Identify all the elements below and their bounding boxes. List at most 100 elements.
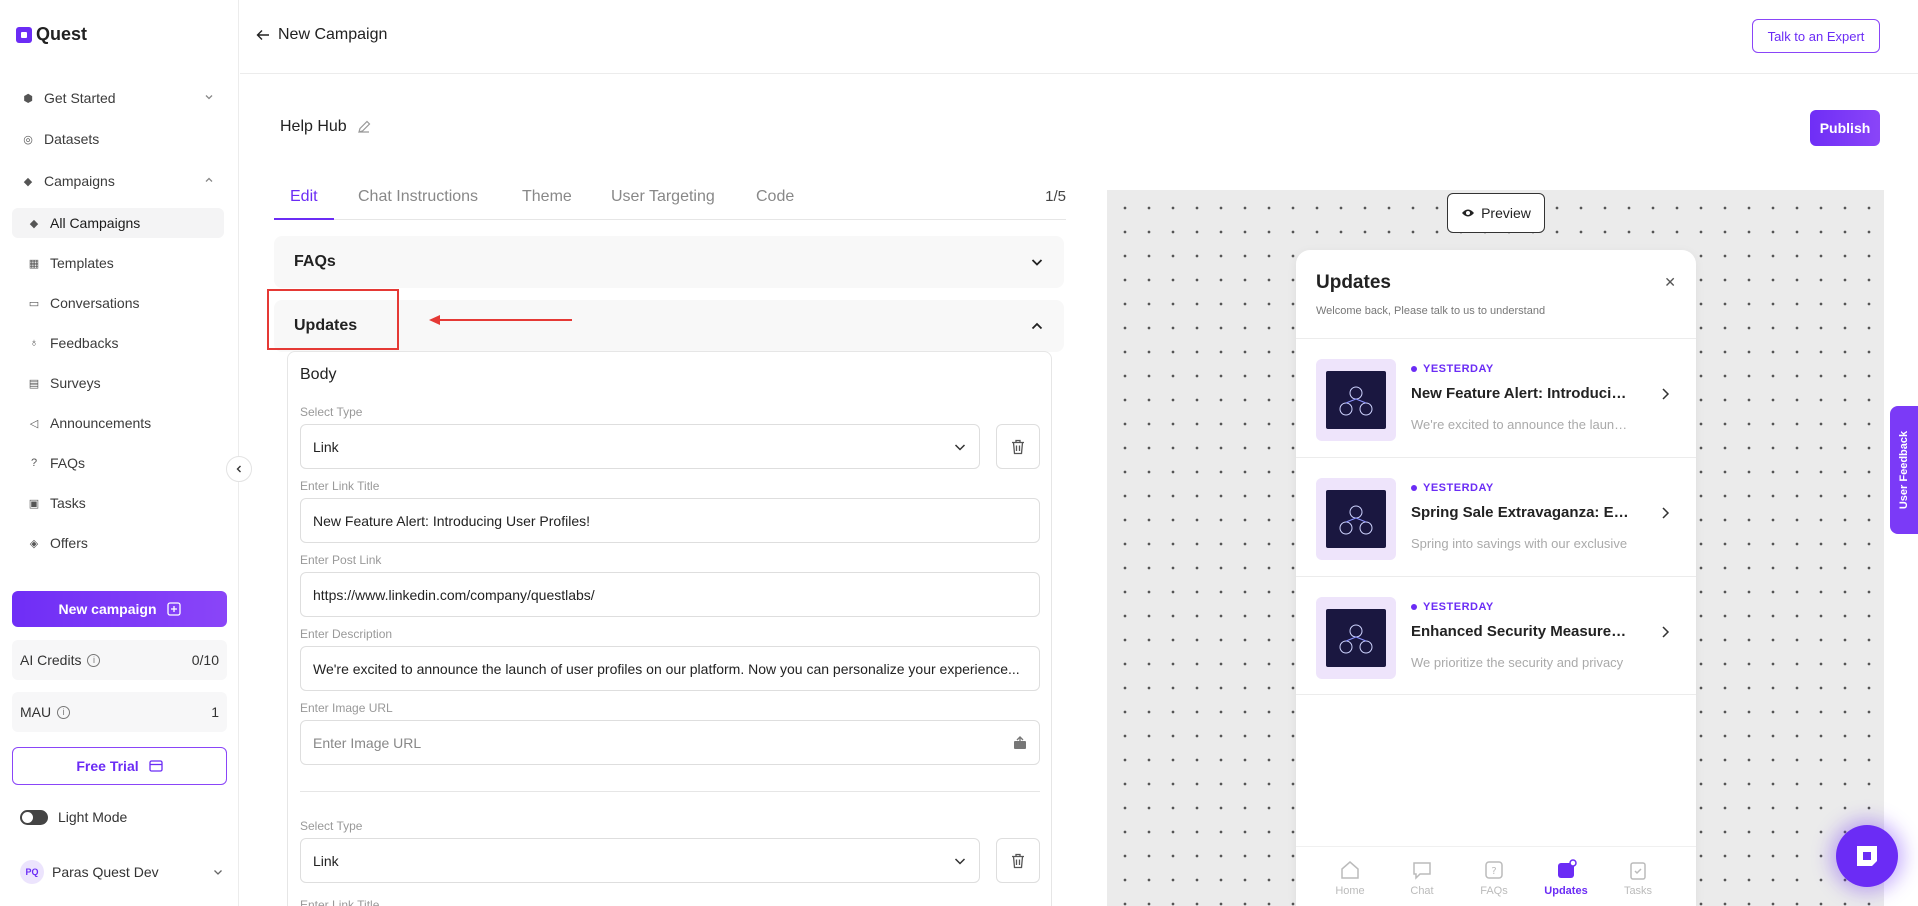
nav-chat[interactable]: Chat (1392, 859, 1452, 897)
updates-widget-preview: Updates Welcome back, Please talk to us … (1296, 250, 1696, 906)
nav-label: Chat (1410, 885, 1434, 897)
back-button[interactable]: New Campaign (256, 26, 387, 44)
tab-edit[interactable]: Edit (274, 188, 334, 220)
update-date: YESTERDAY (1423, 363, 1494, 375)
sidebar-item-faqs[interactable]: ? FAQs (12, 448, 224, 478)
link-title-input[interactable]: New Feature Alert: Introducing User Prof… (300, 498, 1040, 543)
new-campaign-button[interactable]: New campaign (12, 591, 227, 627)
widget-bottom-nav: Home Chat ? FAQs Updates Tasks (1296, 846, 1696, 906)
post-link-value: https://www.linkedin.com/company/questla… (313, 586, 595, 603)
tab-chat-instructions[interactable]: Chat Instructions (358, 188, 478, 220)
sidebar-item-label: Campaigns (44, 173, 115, 189)
user-menu[interactable]: PQ Paras Quest Dev (20, 860, 224, 884)
preview-button[interactable]: Preview (1447, 193, 1545, 233)
updates-body-card: Body Select Type Link Enter Link Title N… (287, 351, 1052, 906)
app-logo[interactable]: Quest (16, 24, 87, 45)
chevron-down-icon (205, 95, 213, 100)
quest-logo-icon (16, 26, 32, 43)
sidebar-item-offers[interactable]: ◈ Offers (12, 528, 224, 558)
update-list-item[interactable]: YESTERDAY Enhanced Security Measures: Yo… (1296, 577, 1696, 695)
grid-icon: ▦ (28, 257, 40, 270)
trash-icon (1012, 853, 1024, 868)
step-indicator: 1/5 (1045, 188, 1066, 205)
tab-code[interactable]: Code (756, 188, 794, 220)
sidebar-item-announcements[interactable]: ◁ Announcements (12, 408, 224, 438)
tab-theme[interactable]: Theme (522, 188, 572, 220)
chevron-up-icon (1031, 322, 1043, 330)
updates-icon (1558, 859, 1577, 878)
widget-title: Updates (1316, 272, 1391, 293)
add-square-icon (166, 602, 181, 616)
sidebar-item-tasks[interactable]: ▣ Tasks (12, 488, 224, 518)
chevron-down-icon (1031, 259, 1043, 266)
update-thumbnail (1316, 478, 1396, 560)
arrow-left-icon (256, 30, 269, 40)
megaphone-icon: ◁ (29, 417, 39, 430)
update-list-item[interactable]: YESTERDAY New Feature Alert: Introducing… (1296, 339, 1696, 457)
description-value: We're excited to announce the launch of … (313, 660, 1020, 677)
type-select-value: Link (313, 438, 339, 455)
upload-icon[interactable] (1013, 735, 1027, 750)
nav-faqs[interactable]: ? FAQs (1464, 859, 1524, 897)
collapse-sidebar-button[interactable] (226, 456, 252, 482)
update-thumbnail (1316, 597, 1396, 679)
sidebar-item-label: Surveys (50, 375, 101, 391)
user-feedback-tab[interactable]: User Feedback (1890, 406, 1918, 534)
close-icon[interactable]: ✕ (1664, 274, 1676, 291)
talk-to-expert-button[interactable]: Talk to an Expert (1752, 19, 1880, 53)
quest-chat-fab[interactable] (1836, 825, 1898, 887)
chevron-up-icon (205, 177, 213, 182)
widget-subtitle: Welcome back, Please talk to us to under… (1316, 305, 1546, 317)
feedback-icon: ♁ (29, 337, 39, 349)
info-icon[interactable]: i (87, 653, 101, 667)
sidebar-item-label: Offers (50, 535, 88, 551)
description-input[interactable]: We're excited to announce the launch of … (300, 646, 1040, 691)
nav-home[interactable]: Home (1320, 859, 1380, 897)
update-title: New Feature Alert: Introducing User Prof… (1411, 385, 1631, 402)
chevron-right-icon (1662, 388, 1670, 400)
sidebar-item-label: Tasks (50, 495, 86, 511)
sidebar-item-campaigns[interactable]: ◆ Campaigns (12, 166, 224, 196)
faqs-section-title: FAQs (294, 253, 336, 270)
publish-button[interactable]: Publish (1810, 110, 1880, 146)
chevron-left-icon (236, 465, 241, 473)
avatar: PQ (20, 860, 44, 884)
chevron-down-icon (214, 870, 222, 875)
faqs-section-header[interactable]: FAQs (274, 236, 1064, 288)
database-icon: ◎ (23, 133, 33, 146)
image-url-input[interactable]: Enter Image URL (300, 720, 1040, 765)
chevron-down-icon (954, 857, 966, 865)
sidebar-item-surveys[interactable]: ▤ Surveys (12, 368, 224, 398)
sidebar-item-datasets[interactable]: ◎ Datasets (12, 124, 224, 154)
tab-user-targeting[interactable]: User Targeting (611, 188, 715, 220)
post-link-input[interactable]: https://www.linkedin.com/company/questla… (300, 572, 1040, 617)
sidebar-item-feedbacks[interactable]: ♁ Feedbacks (12, 328, 224, 358)
update-thumbnail (1316, 359, 1396, 441)
nav-tasks[interactable]: Tasks (1608, 859, 1668, 897)
update-list-item[interactable]: YESTERDAY Spring Sale Extravaganza: Enjo… (1296, 458, 1696, 576)
delete-item-button[interactable] (996, 424, 1040, 469)
layers-icon: ◆ (29, 217, 39, 230)
info-icon[interactable]: i (57, 705, 71, 719)
ai-credits-row: AI Credits i 0/10 (12, 640, 227, 680)
sidebar-item-label: Conversations (50, 295, 140, 311)
sidebar-item-label: All Campaigns (50, 215, 141, 231)
sidebar-item-get-started[interactable]: ⬢ Get Started (12, 83, 224, 113)
sidebar-item-all-campaigns[interactable]: ◆ All Campaigns (12, 208, 224, 238)
light-mode-toggle-row: Light Mode (20, 809, 127, 825)
free-trial-button[interactable]: Free Trial (12, 747, 227, 785)
delete-item-button[interactable] (996, 838, 1040, 883)
type-select[interactable]: Link (300, 838, 980, 883)
light-mode-toggle[interactable] (20, 809, 48, 825)
sidebar-item-conversations[interactable]: ▭ Conversations (12, 288, 224, 318)
chevron-down-icon (954, 443, 966, 451)
update-title: Enhanced Security Measures: Your Safety (1411, 623, 1631, 640)
sidebar-item-label: Datasets (44, 131, 100, 147)
edit-pencil-icon[interactable] (357, 120, 371, 134)
sidebar-item-templates[interactable]: ▦ Templates (12, 248, 224, 278)
cube-icon: ⬢ (23, 92, 33, 105)
type-select[interactable]: Link (300, 424, 980, 469)
image-url-label: Enter Image URL (300, 701, 393, 715)
preview-button-label: Preview (1481, 205, 1531, 221)
nav-updates[interactable]: Updates (1536, 859, 1596, 897)
